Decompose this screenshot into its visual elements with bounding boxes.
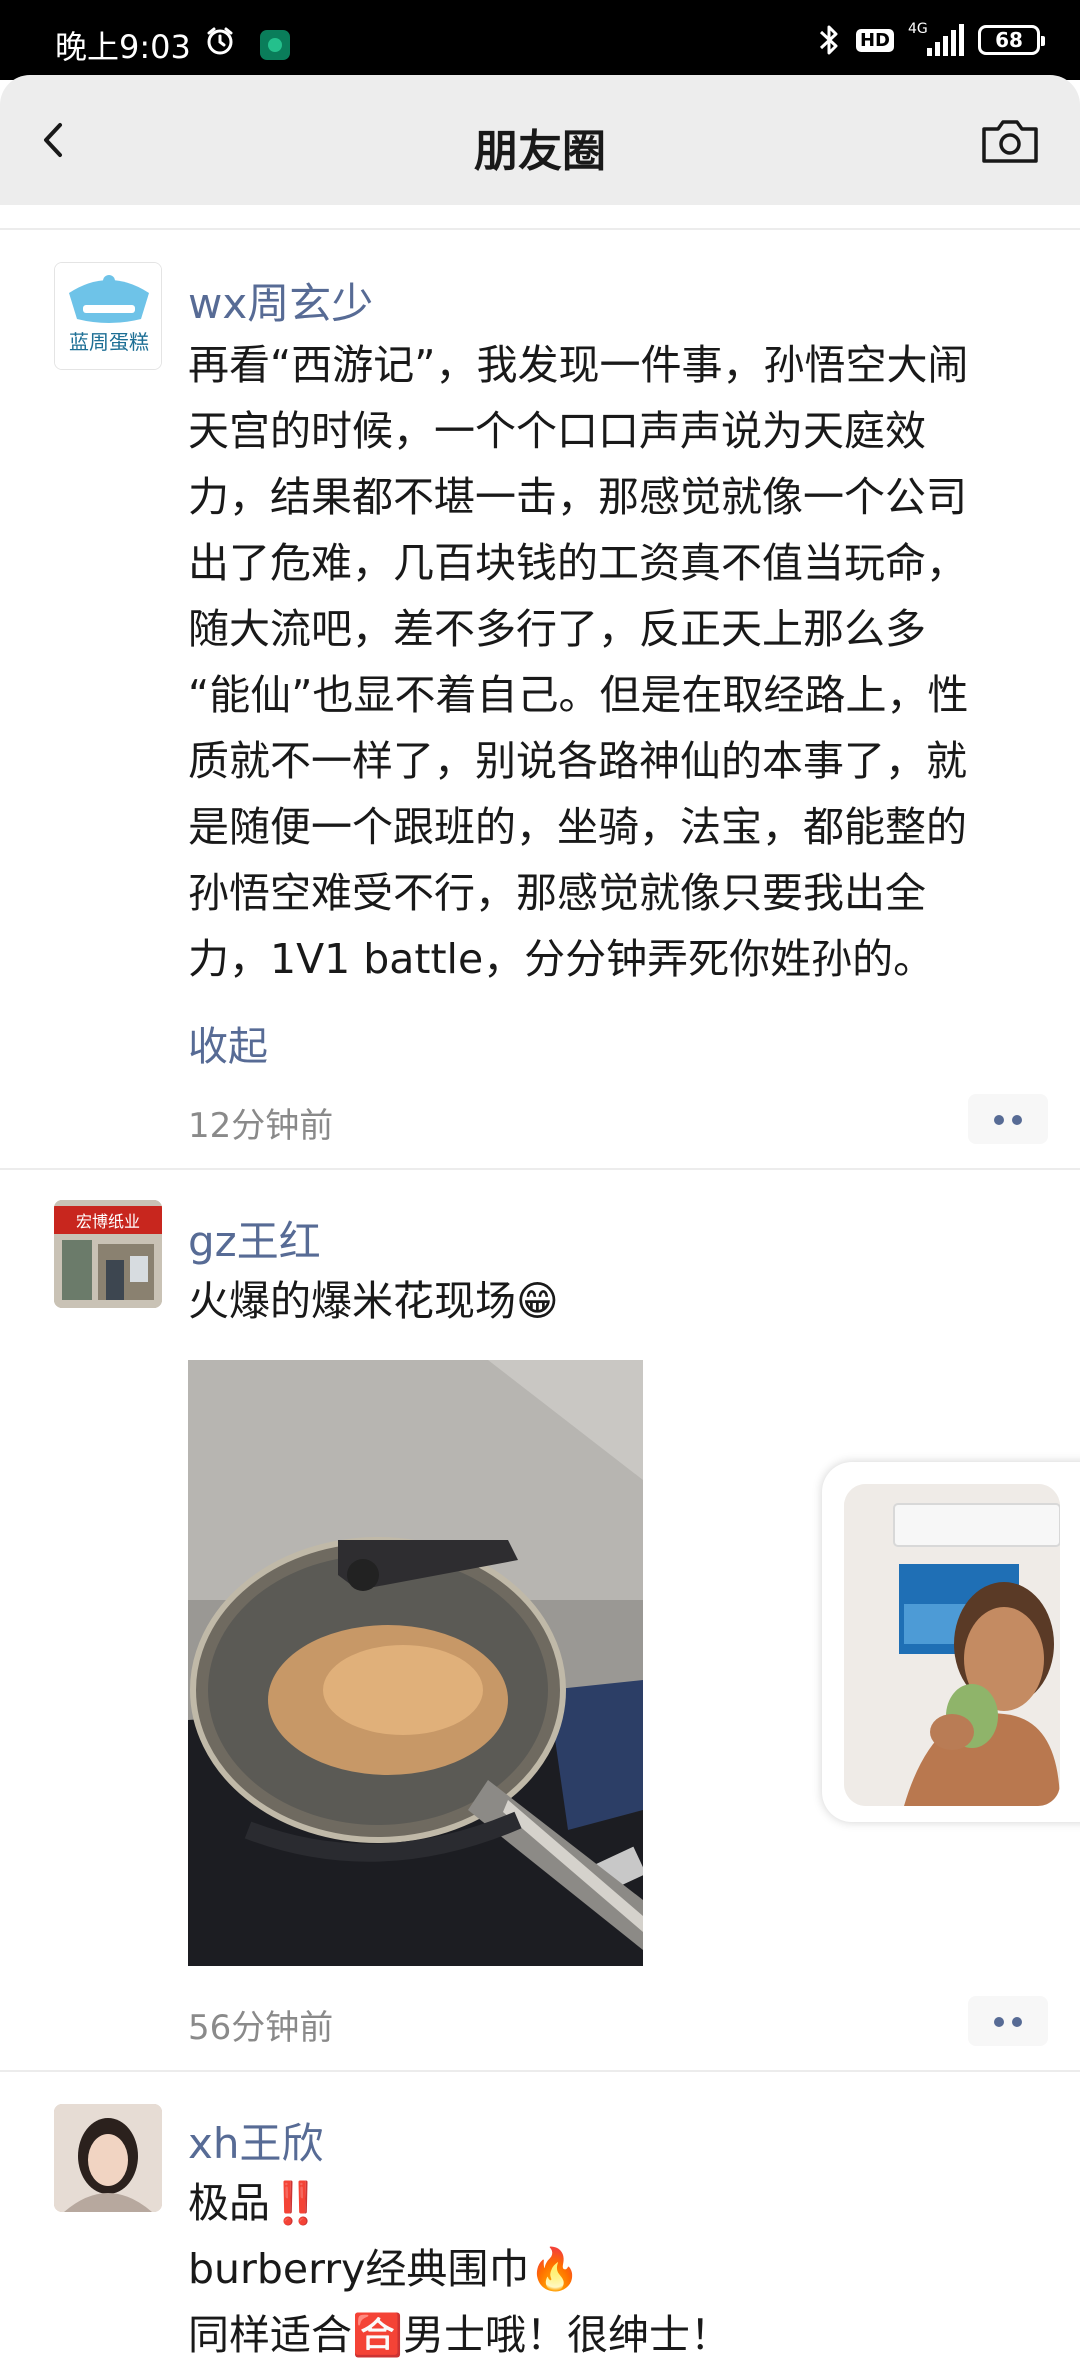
post-text-line: 是随便一个跟班的，坐骑，法宝，都能整的 [188, 803, 967, 851]
more-dots-icon[interactable] [968, 1094, 1048, 1144]
avatar[interactable] [54, 2104, 162, 2212]
post-time: 56分钟前 [188, 2008, 334, 2048]
hd-badge: HD [855, 28, 894, 52]
post-text-line: 质就不一样了，别说各路神仙的本事了，就 [188, 737, 967, 785]
post-time: 12分钟前 [188, 1106, 334, 1146]
bluetooth-icon [819, 25, 838, 55]
avatar[interactable]: 蓝周蛋糕 [54, 262, 162, 370]
nav-bar: 朋友圈 [0, 75, 1080, 205]
avatar-logo: 蓝周蛋糕 [55, 263, 161, 369]
video-call-frame [844, 1484, 1060, 1806]
app-notification-icon [260, 30, 290, 60]
status-bar: 晚上9:03 HD 4G 68 [0, 0, 1080, 80]
post-text-line: 孙悟空难受不行，那感觉就像只要我出全 [188, 869, 926, 917]
post-text-line: 天宫的时候，一个个口口声声说为天庭效 [188, 407, 926, 455]
avatar-caption: 蓝周蛋糕 [69, 330, 149, 354]
divider [0, 228, 1080, 230]
alarm-clock-icon [207, 27, 233, 55]
post-author[interactable]: wx周玄少 [188, 270, 373, 331]
post-text-line: 出了危难，几百块钱的工资真不值当玩命， [188, 539, 967, 587]
status-icons: HD 4G 68 [816, 20, 1045, 60]
status-time: 晚上9:03 [55, 28, 191, 66]
avatar-portrait [54, 2104, 162, 2212]
post-text-line: 火爆的爆米花现场😁 [188, 1277, 559, 1325]
post-text-line: 力，结果都不堪一击，那感觉就像一个公司 [188, 473, 967, 521]
battery-icon: 68 [978, 25, 1045, 55]
collapse-link[interactable]: 收起 [188, 1014, 268, 1072]
post-text: 火爆的爆米花现场😁 [188, 1268, 1048, 1334]
post-text-line: “能仙”也显不着自己。但是在取经路上，性 [188, 671, 969, 719]
post-text-line: burberry经典围巾🔥 [188, 2245, 581, 2293]
signal-icon: 4G [908, 22, 964, 58]
post-photo[interactable] [188, 1360, 643, 1966]
avatar-storefront: 宏博纸业 [54, 1200, 162, 1308]
post-text-line: 随大流吧，差不多行了，反正天上那么多 [188, 605, 926, 653]
post-text-line: 再看“西游记”，我发现一件事，孙悟空大闹 [188, 341, 969, 389]
page-title: 朋友圈 [474, 126, 606, 177]
divider [0, 1168, 1080, 1170]
popcorn-pan-photo [188, 1360, 643, 1966]
post-author[interactable]: xh王欣 [188, 2110, 323, 2171]
video-call-preview[interactable] [844, 1484, 1060, 1806]
post-author[interactable]: gz王红 [188, 1208, 321, 1269]
battery-level: 68 [995, 28, 1023, 52]
post-text: 极品‼️ burberry经典围巾🔥 同样适合🈴男士哦！很绅士！ [188, 2170, 1048, 2368]
post-text-line: 极品‼️ [188, 2179, 322, 2227]
more-dots-icon[interactable] [968, 1996, 1048, 2046]
network-type: 4G [908, 21, 928, 37]
avatar[interactable]: 宏博纸业 [54, 1200, 162, 1308]
avatar-caption: 宏博纸业 [76, 1212, 140, 1231]
camera-icon[interactable] [980, 117, 1040, 165]
divider [0, 2070, 1080, 2072]
post-text: 再看“西游记”，我发现一件事，孙悟空大闹 天宫的时候，一个个口口声声说为天庭效 … [188, 332, 1048, 992]
post-text-line: 同样适合🈴男士哦！很绅士！ [188, 2311, 732, 2359]
post-text-line: 力，1V1 battle，分分钟弄死你姓孙的。 [188, 935, 935, 983]
floating-video-call[interactable] [822, 1462, 1080, 1822]
